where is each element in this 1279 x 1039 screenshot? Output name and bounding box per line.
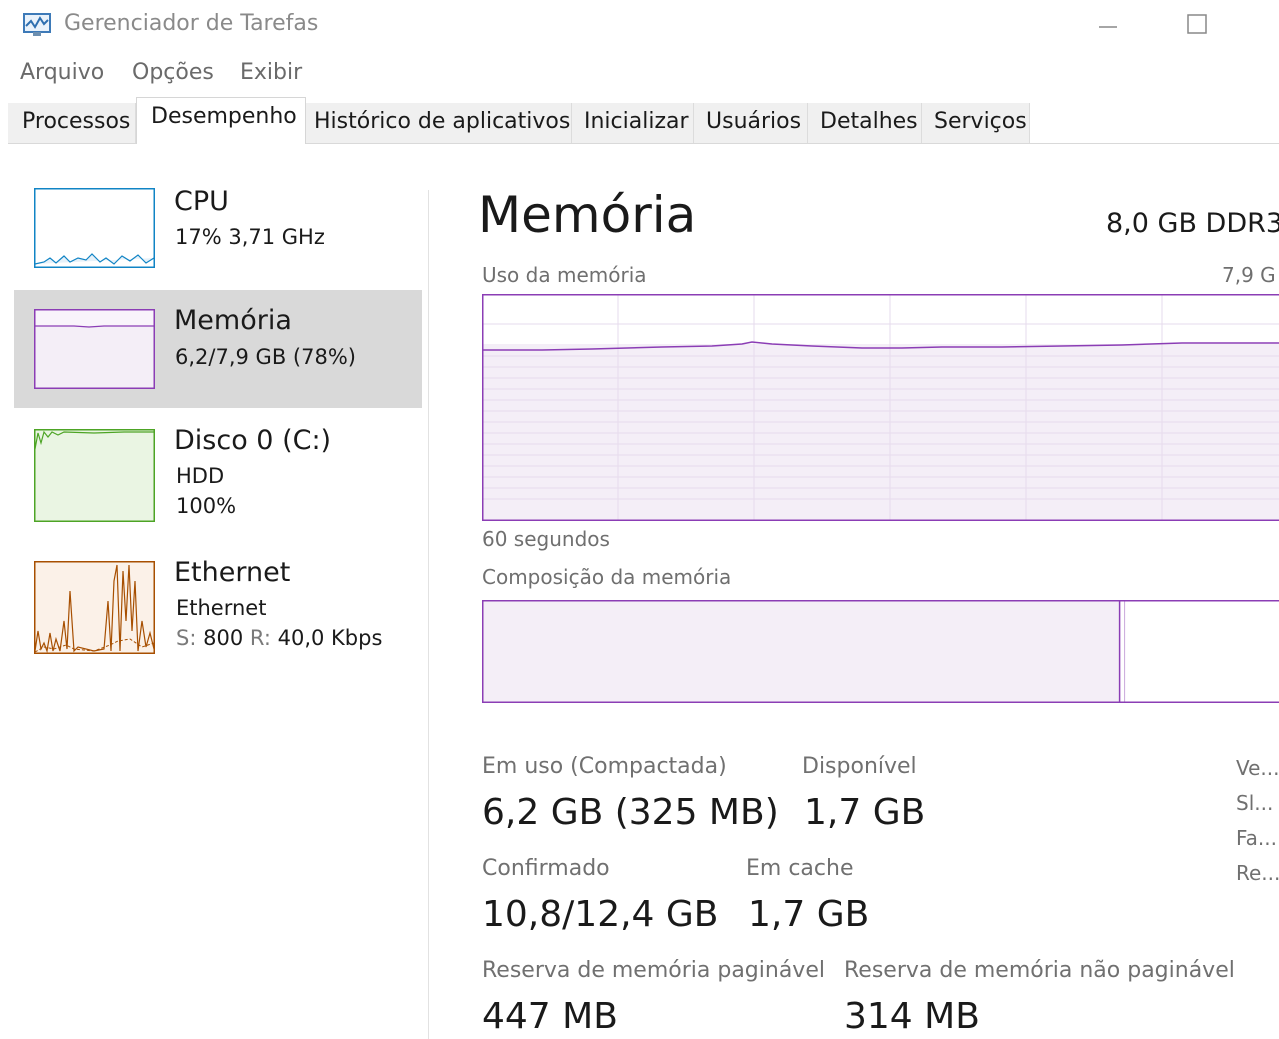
committed-value: 10,8/12,4 GB	[482, 894, 719, 935]
resource-title: Memória	[478, 186, 697, 244]
slots-label: Sl...	[1236, 791, 1274, 815]
cached-value: 1,7 GB	[748, 894, 870, 935]
resource-memory[interactable]: Memória 6,2/7,9 GB (78%)	[14, 290, 422, 408]
resource-stat: S: 800 R: 40,0 Kbps	[176, 626, 382, 650]
resource-type: Ethernet	[176, 596, 267, 620]
resource-spec: 8,0 GB DDR3	[1106, 208, 1279, 239]
resource-disk[interactable]: Disco 0 (C:) HDD 100%	[14, 420, 422, 530]
tab-label: Detalhes	[820, 109, 918, 134]
usage-chart-label: Uso da memória	[482, 263, 647, 287]
speed-label: Ve...	[1236, 756, 1279, 780]
tab-app-history[interactable]: Histórico de aplicativos	[306, 103, 572, 143]
panel-divider	[428, 190, 429, 1039]
resource-stat: 17% 3,71 GHz	[175, 225, 325, 249]
tab-label: Desempenho	[151, 104, 297, 129]
nonpaged-pool-label: Reserva de memória não paginável	[844, 958, 1235, 983]
tab-details[interactable]: Detalhes	[808, 103, 922, 143]
available-value: 1,7 GB	[804, 792, 926, 833]
reserved-label: Re...	[1236, 861, 1279, 885]
resource-name: Ethernet	[174, 557, 291, 588]
nonpaged-pool-value: 314 MB	[844, 996, 980, 1037]
disk-thumbnail	[34, 429, 155, 522]
menu-options[interactable]: Opções	[132, 60, 214, 85]
memory-composition-bar	[482, 600, 1279, 703]
memory-usage-chart	[482, 294, 1279, 521]
resource-stat: 100%	[176, 494, 237, 518]
in-use-value: 6,2 GB (325 MB)	[482, 792, 779, 833]
ethernet-thumbnail	[34, 561, 155, 654]
send-value: 800	[203, 626, 244, 650]
resource-name: CPU	[174, 186, 229, 217]
resource-cpu[interactable]: CPU 17% 3,71 GHz	[14, 180, 422, 280]
receive-value: 40,0 Kbps	[277, 626, 383, 650]
memory-thumbnail	[34, 309, 155, 389]
form-factor-label: Fa...	[1236, 826, 1277, 850]
tab-label: Serviços	[934, 109, 1027, 134]
receive-label: R:	[249, 626, 271, 650]
tab-users[interactable]: Usuários	[694, 103, 808, 143]
minimize-icon	[1099, 26, 1117, 28]
tab-label: Usuários	[706, 109, 802, 134]
chart-time-label: 60 segundos	[482, 527, 610, 551]
menu-file[interactable]: Arquivo	[20, 60, 104, 85]
tab-services[interactable]: Serviços	[922, 103, 1030, 143]
tab-label: Histórico de aplicativos	[314, 109, 571, 134]
in-use-label: Em uso (Compactada)	[482, 754, 727, 779]
tab-performance[interactable]: Desempenho	[136, 97, 306, 144]
resource-stat: 6,2/7,9 GB (78%)	[175, 345, 356, 369]
tab-label: Processos	[22, 109, 131, 134]
resource-name: Memória	[174, 305, 292, 336]
tab-label: Inicializar	[584, 109, 689, 134]
cpu-thumbnail	[34, 188, 155, 268]
maximize-icon	[1187, 14, 1207, 34]
composition-label: Composição da memória	[482, 565, 732, 589]
resource-ethernet[interactable]: Ethernet Ethernet S: 800 R: 40,0 Kbps	[14, 552, 422, 662]
resource-type: HDD	[176, 464, 225, 488]
paged-pool-label: Reserva de memória paginável	[482, 958, 825, 983]
tab-startup[interactable]: Inicializar	[572, 103, 694, 143]
minimize-button[interactable]	[1093, 10, 1123, 40]
tab-bar: Processos Desempenho Histórico de aplica…	[8, 97, 1279, 144]
committed-label: Confirmado	[482, 856, 610, 881]
resource-name: Disco 0 (C:)	[174, 425, 332, 456]
cached-label: Em cache	[746, 856, 854, 881]
tab-processes[interactable]: Processos	[8, 103, 136, 143]
task-manager-icon	[22, 12, 54, 38]
menu-view[interactable]: Exibir	[240, 60, 302, 85]
send-label: S:	[176, 626, 197, 650]
composition-in-use	[483, 601, 1120, 702]
usage-chart-max: 7,9 G	[1222, 263, 1276, 287]
paged-pool-value: 447 MB	[482, 996, 618, 1037]
maximize-button[interactable]	[1183, 10, 1213, 40]
usage-fill	[483, 344, 1279, 520]
available-label: Disponível	[802, 754, 917, 779]
window-title: Gerenciador de Tarefas	[64, 11, 319, 36]
